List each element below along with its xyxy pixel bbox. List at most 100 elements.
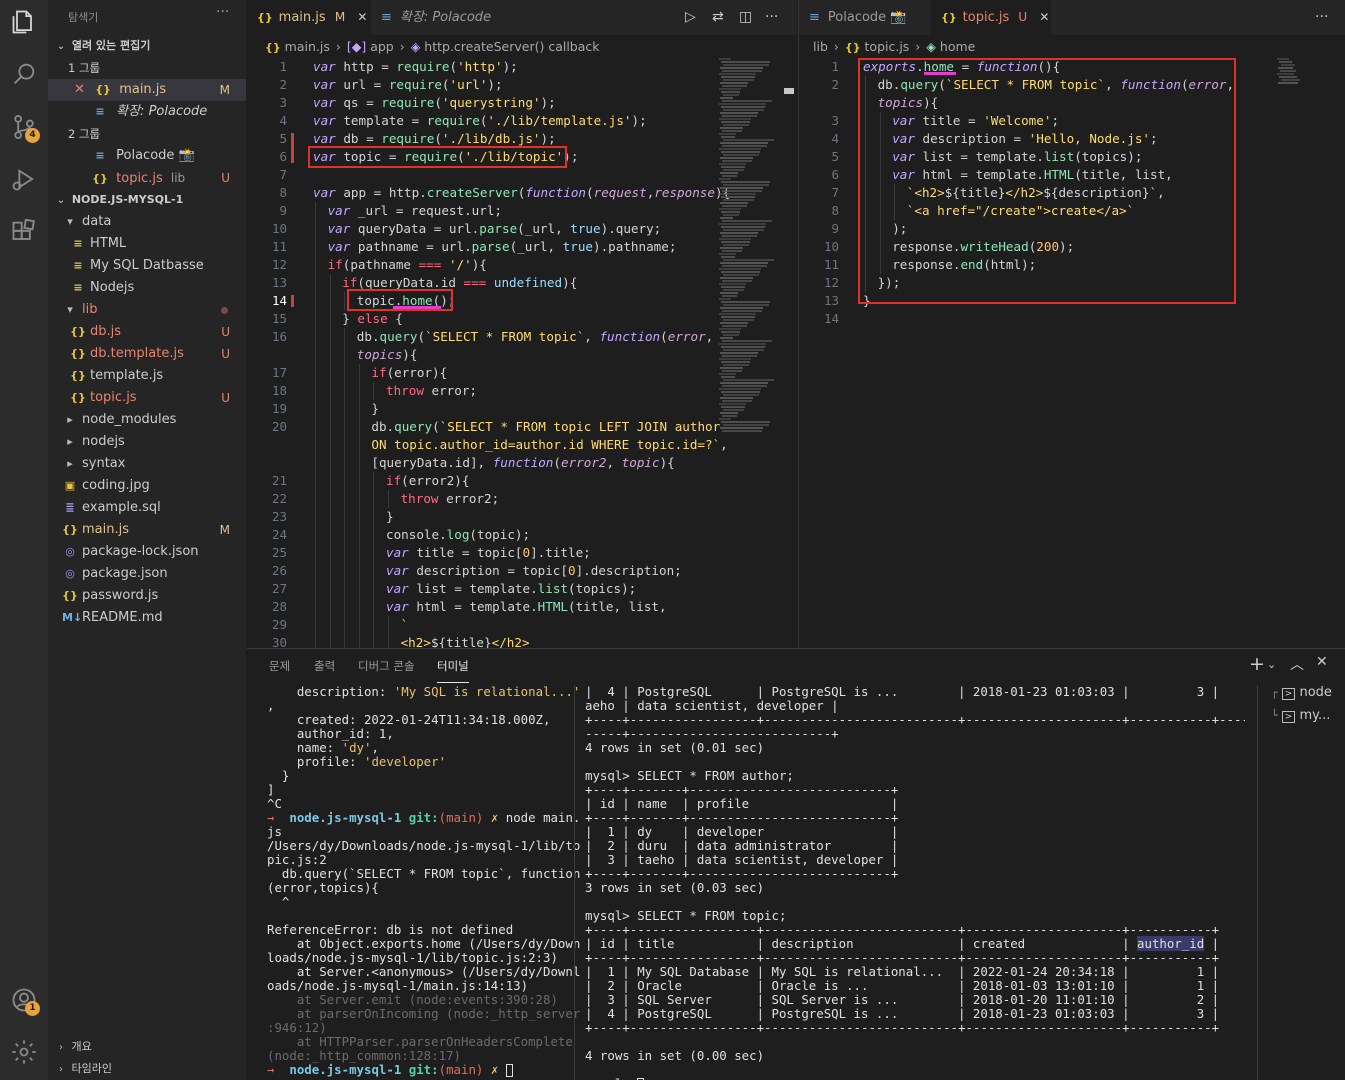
code-line[interactable]: var qs = require('querystring'); (313, 94, 556, 112)
code-line[interactable]: throw error2; (401, 490, 500, 508)
close-panel-icon[interactable]: ✕ (1316, 654, 1328, 670)
chevron-down-icon[interactable]: ⌄ (1267, 658, 1276, 671)
code-line[interactable]: if(error2){ (386, 472, 469, 490)
code-line[interactable]: var http = require('http'); (313, 58, 518, 76)
code-line[interactable]: var pathname = url.parse(_url, true).pat… (328, 238, 677, 256)
split-editor-icon[interactable]: ◫ (739, 0, 752, 35)
minimap[interactable] (719, 58, 779, 438)
gear-icon[interactable] (10, 1038, 38, 1066)
compare-changes-icon[interactable]: ⇄ (712, 0, 724, 35)
git-change-marker[interactable] (291, 295, 294, 307)
tree-item-nodejs[interactable]: ≡ Nodejs (48, 277, 246, 299)
open-editor-main-js[interactable]: ✕ {} main.js M (48, 79, 246, 101)
close-icon[interactable]: ✕ (74, 82, 85, 97)
tree-item-coding-jpg[interactable]: ▣ coding.jpg (48, 475, 246, 497)
more-actions-icon[interactable]: ··· (216, 4, 229, 20)
code-line[interactable]: var template = require('./lib/template.j… (313, 112, 647, 130)
tree-item-main-js[interactable]: {} main.js M (48, 519, 246, 541)
code-line[interactable]: var description = topic[0].description; (386, 562, 682, 580)
code-line[interactable]: console.log(topic); (386, 526, 530, 544)
tab-problems[interactable]: 문제 (269, 649, 290, 683)
breadcrumb-symbol-home[interactable]: home (940, 39, 975, 54)
new-terminal-icon[interactable]: + (1249, 653, 1265, 675)
timeline-section[interactable]: › 타임라인 (48, 1058, 246, 1080)
tree-item-readme-md[interactable]: M↓README.md (48, 607, 246, 629)
code-line[interactable]: } (371, 400, 379, 418)
outline-section[interactable]: › 개요 (48, 1036, 246, 1058)
tab-output[interactable]: 출력 (314, 649, 335, 683)
breadcrumb-folder[interactable]: lib (813, 39, 828, 54)
terminal-mysql[interactable]: | 4 | PostgreSQL | PostgreSQL is ... | 2… (585, 685, 1245, 1080)
tree-item-package-lock-json[interactable]: ◎ package-lock.json (48, 541, 246, 563)
code-line[interactable]: var queryData = url.parse(_url, true).qu… (328, 220, 662, 238)
code-line[interactable]: ` (401, 616, 409, 634)
code-line[interactable]: db.query(`SELECT * FROM topic`, function… (357, 328, 713, 346)
code-line[interactable]: ON topic.author_id=author.id WHERE topic… (371, 436, 727, 454)
tree-item-password-js[interactable]: {} password.js (48, 585, 246, 607)
tree-item-lib[interactable]: ▾ lib (48, 299, 246, 321)
open-editor-polacode[interactable]: ≡ Polacode 📸 (48, 145, 246, 167)
tree-item-html[interactable]: ≡ HTML (48, 233, 246, 255)
code-line[interactable]: } (386, 508, 394, 526)
terminal-node[interactable]: description: 'My SQL is relational...', … (267, 685, 580, 1077)
scrollbar-thumb[interactable] (784, 88, 794, 94)
tree-item-nodejs[interactable]: ▸ nodejs (48, 431, 246, 453)
code-line[interactable]: var list = template.list(topics); (386, 580, 636, 598)
close-icon[interactable]: ✕ (1039, 10, 1049, 24)
extensions-icon[interactable] (10, 218, 38, 246)
close-icon[interactable]: ✕ (357, 10, 367, 24)
code-line[interactable]: if(pathname === '/'){ (328, 256, 487, 274)
maximize-panel-icon[interactable]: ︿ (1290, 654, 1304, 674)
git-change-marker[interactable] (291, 133, 294, 163)
code-line[interactable]: throw error; (386, 382, 477, 400)
minimap[interactable] (1277, 58, 1337, 88)
code-line[interactable]: topics){ (357, 346, 418, 364)
breadcrumb-symbol-callback[interactable]: http.createServer() callback (424, 39, 599, 54)
run-debug-icon[interactable] (10, 165, 38, 193)
tab-polacode[interactable]: ≡ Polacode 📸 (799, 0, 931, 35)
more-actions-icon[interactable]: ··· (1315, 0, 1328, 35)
account-icon[interactable]: 1 (10, 986, 40, 1016)
tree-item-package-json[interactable]: ◎ package.json (48, 563, 246, 585)
code-line[interactable]: var url = require('url'); (313, 76, 503, 94)
code-line[interactable]: db.query(`SELECT * FROM topic LEFT JOIN … (371, 418, 720, 436)
open-editors-section[interactable]: ⌄ 열려 있는 편집기 (48, 35, 246, 57)
tab-debug-console[interactable]: 디버그 콘솔 (358, 649, 415, 683)
code-line[interactable]: if(error){ (371, 364, 447, 382)
tree-item-node-modules[interactable]: ▸ node_modules (48, 409, 246, 431)
tab-polacode-ext[interactable]: ≡ 확장: Polacode (371, 0, 511, 35)
breadcrumb-file[interactable]: topic.js (865, 39, 910, 54)
code-line[interactable]: var title = topic[0].title; (386, 544, 591, 562)
code-line[interactable]: var html = template.HTML(title, list, (386, 598, 667, 616)
tree-item-data[interactable]: ▾ data (48, 211, 246, 233)
tree-item-my-sql-datbasse[interactable]: ≡ My SQL Datbasse (48, 255, 246, 277)
breadcrumb-symbol-app[interactable]: app (370, 39, 394, 54)
tree-item-template-js[interactable]: {} template.js (48, 365, 246, 387)
tree-item-db-template-js[interactable]: {} db.template.js U (48, 343, 246, 365)
tab-terminal[interactable]: 터미널 (437, 649, 469, 683)
explorer-icon[interactable] (10, 8, 38, 36)
tree-item-topic-js[interactable]: {} topic.js U (48, 387, 246, 409)
code-line[interactable]: [queryData.id], function(error2, topic){ (371, 454, 674, 472)
project-section[interactable]: ⌄ NODE.JS-MYSQL-1 (48, 189, 246, 211)
run-icon[interactable]: ▷ (685, 0, 696, 35)
open-editor-topic-js[interactable]: {} topic.js lib U (48, 167, 246, 189)
source-control-icon[interactable]: 4 (10, 113, 40, 143)
indent-guide (329, 346, 331, 364)
tree-item-db-js[interactable]: {} db.js U (48, 321, 246, 343)
terminal-list-item-mysql[interactable]: └ > my... (1271, 708, 1330, 723)
breadcrumb-file[interactable]: main.js (285, 39, 330, 54)
code-line[interactable]: var app = http.createServer(function(req… (313, 184, 730, 202)
more-actions-icon[interactable]: ··· (765, 0, 778, 35)
terminal-split-divider[interactable] (574, 685, 575, 1080)
tab-topic-js[interactable]: {} topic.js U ✕ (931, 0, 1051, 35)
code-line[interactable]: } else { (342, 310, 403, 328)
open-editor-polacode-ext[interactable]: ≡ 확장: Polacode (48, 101, 246, 123)
terminal-list-item-node[interactable]: ┌ > node (1271, 685, 1332, 700)
search-icon[interactable] (10, 60, 38, 88)
tree-item-syntax[interactable]: ▸ syntax (48, 453, 246, 475)
tree-item-example-sql[interactable]: ≣ example.sql (48, 497, 246, 519)
code-line[interactable]: <h2>${title}</h2> (401, 634, 530, 648)
code-line[interactable]: var _url = request.url; (328, 202, 502, 220)
tab-main-js[interactable]: {} main.js M ✕ (247, 0, 371, 35)
